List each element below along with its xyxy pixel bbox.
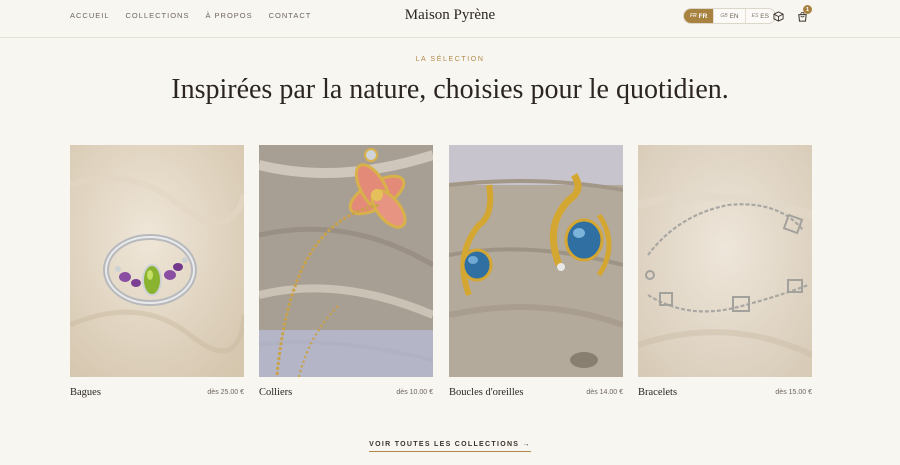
main-nav: ACCUEIL COLLECTIONS À PROPOS CONTACT [70,11,311,20]
section-headline: Inspirées par la nature, choisies pour l… [171,74,729,105]
lang-en[interactable]: GB EN [713,9,744,23]
product-image-earrings[interactable] [449,145,623,377]
product-price: dès 25.00 € [207,389,244,396]
product-card-colliers[interactable]: Colliers dès 10.00 € [259,145,433,398]
flag-gb-icon: GB [720,13,728,19]
product-card-bracelets[interactable]: Bracelets dès 15.00 € [638,145,812,398]
cart-count-badge: 1 [803,5,812,14]
section-eyebrow: LA SÉLECTION [415,56,485,63]
product-name[interactable]: Boucles d'oreilles [449,387,524,398]
lang-fr[interactable]: FR FR [684,9,714,23]
site-header: ACCUEIL COLLECTIONS À PROPOS CONTACT Mai… [0,0,900,38]
flag-es-icon: ES [751,13,759,19]
cube-icon[interactable] [771,9,785,23]
language-switcher: FR FR GB EN ES ES [683,8,776,24]
product-image-bracelet[interactable] [638,145,812,377]
view-all-wrapper: VOIR TOUTES LES COLLECTIONS → [0,433,900,452]
flag-fr-icon: FR [690,13,697,19]
product-image-necklace[interactable] [259,145,433,377]
product-name[interactable]: Bracelets [638,387,677,398]
lang-es-label: ES [760,12,769,20]
product-card-bagues[interactable]: Bagues dès 25.00 € [70,145,244,398]
product-name[interactable]: Bagues [70,387,101,398]
product-price: dès 10.00 € [396,389,433,396]
product-price: dès 14.00 € [586,389,623,396]
view-all-collections-link[interactable]: VOIR TOUTES LES COLLECTIONS → [369,441,531,452]
nav-contact[interactable]: CONTACT [269,11,312,20]
product-image-ring[interactable] [70,145,244,377]
lang-en-label: EN [729,12,739,20]
nav-a-propos[interactable]: À PROPOS [205,11,252,20]
nav-accueil[interactable]: ACCUEIL [70,11,110,20]
product-name[interactable]: Colliers [259,387,292,398]
lang-fr-label: FR [698,12,708,20]
nav-collections[interactable]: COLLECTIONS [126,11,190,20]
product-price: dès 15.00 € [775,389,812,396]
product-card-boucles-oreilles[interactable]: Boucles d'oreilles dès 14.00 € [449,145,623,398]
